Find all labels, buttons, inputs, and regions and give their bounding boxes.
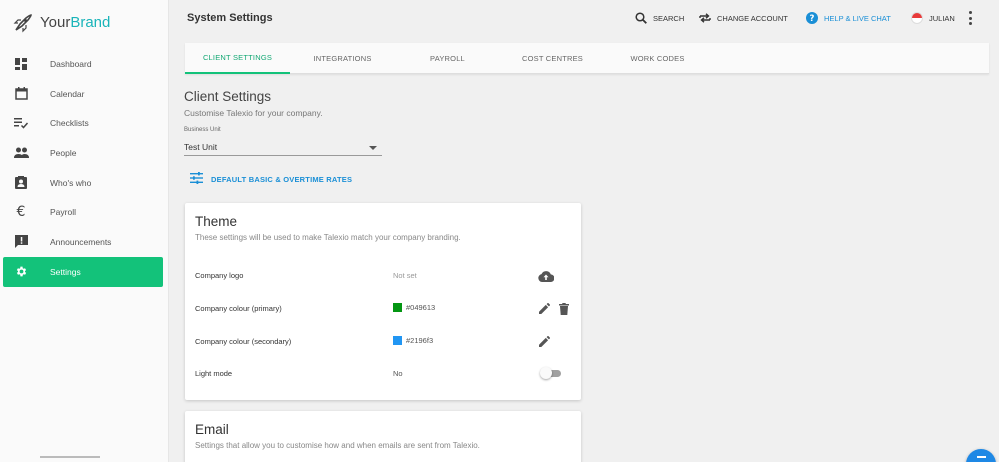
primary-colour-label: Company colour (primary) <box>195 304 282 313</box>
section-title: Client Settings <box>184 89 272 104</box>
sidebar-item-label: Settings <box>50 266 81 277</box>
chat-icon <box>977 456 986 458</box>
rocket-logo-icon <box>12 12 34 34</box>
light-mode-label: Light mode <box>195 369 233 378</box>
sidebar-item-label: Checklists <box>50 118 89 129</box>
email-card-title: Email <box>195 422 229 437</box>
toggle-thumb <box>540 367 552 379</box>
sidebar-item-label: Who's who <box>50 177 92 188</box>
edit-secondary-colour-icon[interactable] <box>538 335 551 348</box>
sidebar-item-checklists[interactable]: Checklists <box>3 108 163 138</box>
sidebar: YourBrand Dashboard Calendar Checklists … <box>0 0 169 462</box>
dashboard-icon <box>13 56 29 72</box>
business-unit-select[interactable]: Test Unit <box>184 139 382 156</box>
sidebar-item-calendar[interactable]: Calendar <box>3 79 163 109</box>
default-rates-label: DEFAULT BASIC & OVERTIME RATES <box>211 174 353 184</box>
primary-colour-swatch <box>393 303 402 312</box>
business-unit-label: Business Unit <box>184 127 221 133</box>
sidebar-item-label: Payroll <box>50 207 76 218</box>
tab-cost-centres[interactable]: COST CENTRES <box>500 43 605 74</box>
sidebar-nav: Dashboard Calendar Checklists People Who… <box>0 49 169 287</box>
user-name: JULIAN <box>929 13 955 23</box>
search-label: SEARCH <box>653 13 685 23</box>
people-icon <box>13 145 29 161</box>
sidebar-item-settings[interactable]: Settings <box>3 256 163 287</box>
gear-icon <box>13 264 29 280</box>
light-mode-value: No <box>393 369 403 378</box>
swap-icon <box>699 12 711 24</box>
primary-colour-value: #049613 <box>393 303 435 312</box>
sidebar-item-dashboard[interactable]: Dashboard <box>3 49 163 79</box>
chat-fab-button[interactable] <box>966 449 996 462</box>
user-menu[interactable]: JULIAN <box>911 12 955 24</box>
company-logo-value: Not set <box>393 271 417 280</box>
caret-down-icon <box>369 146 377 150</box>
announcement-icon <box>13 234 29 250</box>
section-subtitle: Customise Talexio for your company. <box>184 108 323 118</box>
more-options-icon[interactable] <box>969 11 973 25</box>
sidebar-item-whos-who[interactable]: Who's who <box>3 168 163 198</box>
primary-colour-hex: #049613 <box>406 303 436 312</box>
search-icon <box>635 12 647 24</box>
top-header: System Settings SEARCH CHANGE ACCOUNT ? … <box>169 0 999 37</box>
secondary-colour-value: #2196f3 <box>393 336 433 345</box>
tune-icon <box>190 172 203 186</box>
business-unit-value: Test Unit <box>184 142 218 152</box>
cloud-upload-icon[interactable] <box>537 269 554 282</box>
tab-work-codes[interactable]: WORK CODES <box>605 43 710 74</box>
theme-card: Theme These settings will be used to mak… <box>185 203 581 400</box>
search-button[interactable]: SEARCH <box>635 12 684 24</box>
delete-icon[interactable] <box>557 302 570 315</box>
svg-text:?: ? <box>810 14 815 24</box>
help-label: HELP & LIVE CHAT <box>824 13 891 23</box>
help-icon: ? <box>806 12 818 24</box>
euro-icon: € <box>16 204 26 221</box>
default-rates-button[interactable]: DEFAULT BASIC & OVERTIME RATES <box>190 171 352 187</box>
tab-payroll[interactable]: PAYROLL <box>395 43 500 74</box>
calendar-icon <box>13 86 29 102</box>
edit-primary-colour-icon[interactable] <box>538 302 551 315</box>
tab-integrations[interactable]: INTEGRATIONS <box>290 43 395 74</box>
theme-card-title: Theme <box>195 214 238 229</box>
sidebar-item-label: Announcements <box>50 236 112 247</box>
email-card: Email Settings that allow you to customi… <box>185 411 581 462</box>
page-title: System Settings <box>187 12 273 24</box>
sidebar-item-label: Dashboard <box>50 58 92 69</box>
help-live-chat-button[interactable]: ? HELP & LIVE CHAT <box>806 12 891 24</box>
light-mode-toggle[interactable] <box>540 367 564 379</box>
sidebar-item-label: Calendar <box>50 88 85 99</box>
checklist-icon <box>13 115 29 131</box>
contact-card-icon <box>13 175 29 191</box>
tab-client-settings[interactable]: CLIENT SETTINGS <box>185 43 290 74</box>
brand-name-plain: Your <box>40 14 71 31</box>
change-account-label: CHANGE ACCOUNT <box>717 13 788 23</box>
sidebar-item-people[interactable]: People <box>3 138 163 168</box>
sidebar-item-payroll[interactable]: € Payroll <box>3 197 163 227</box>
email-card-subtitle: Settings that allow you to customise how… <box>195 441 480 450</box>
brand-name-accent: Brand <box>70 14 111 31</box>
sidebar-item-announcements[interactable]: Announcements <box>3 227 163 257</box>
secondary-colour-label: Company colour (secondary) <box>195 337 292 346</box>
secondary-colour-swatch <box>393 336 402 345</box>
brand-logo[interactable]: YourBrand <box>12 10 110 36</box>
theme-card-subtitle: These settings will be used to make Tale… <box>195 233 461 242</box>
sidebar-footer-divider <box>40 456 100 462</box>
sidebar-item-label: People <box>50 147 77 158</box>
country-flag-icon <box>911 12 923 24</box>
change-account-button[interactable]: CHANGE ACCOUNT <box>699 12 788 24</box>
settings-tabs: CLIENT SETTINGS INTEGRATIONS PAYROLL COS… <box>185 43 989 74</box>
secondary-colour-hex: #2196f3 <box>406 336 434 345</box>
company-logo-label: Company logo <box>195 271 244 280</box>
